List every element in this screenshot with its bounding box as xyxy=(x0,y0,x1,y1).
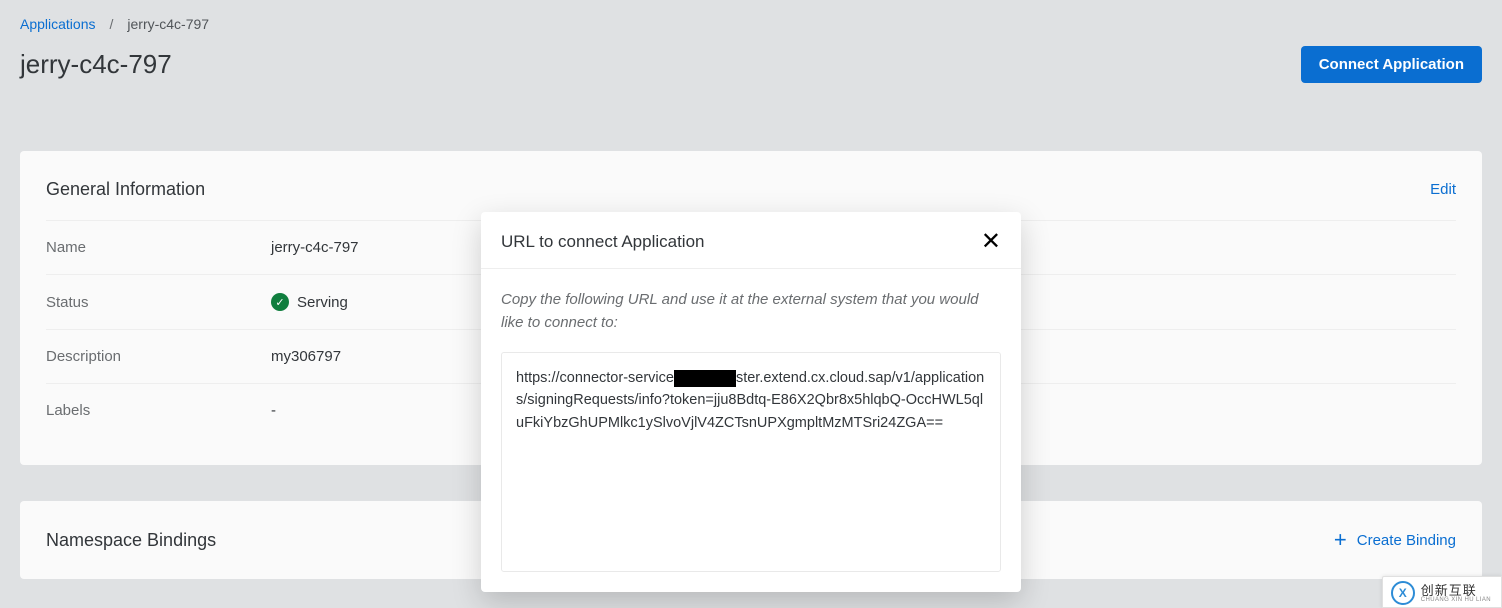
connect-url-modal: URL to connect Application ✕ Copy the fo… xyxy=(481,212,1021,592)
status-value: Serving xyxy=(297,294,348,311)
general-information-title: General Information xyxy=(46,179,205,200)
breadcrumb-current: jerry-c4c-797 xyxy=(127,16,209,32)
close-icon[interactable]: ✕ xyxy=(981,230,1001,254)
watermark-logo-icon: X xyxy=(1391,581,1415,605)
breadcrumb: Applications / jerry-c4c-797 xyxy=(20,16,1482,32)
status-label: Status xyxy=(46,294,271,311)
namespace-bindings-title: Namespace Bindings xyxy=(46,530,216,551)
status-serving-icon: ✓ xyxy=(271,293,289,311)
watermark-py: CHUANG XIN HU LIAN xyxy=(1421,597,1491,603)
create-binding-button[interactable]: + Create Binding xyxy=(1334,529,1456,551)
watermark-cn: 创新互联 xyxy=(1421,584,1491,597)
description-value: my306797 xyxy=(271,348,341,365)
name-label: Name xyxy=(46,239,271,256)
edit-link[interactable]: Edit xyxy=(1430,181,1456,198)
modal-description: Copy the following URL and use it at the… xyxy=(501,289,1001,334)
redacted-segment xyxy=(674,370,736,387)
breadcrumb-separator: / xyxy=(110,16,114,32)
labels-label: Labels xyxy=(46,402,271,419)
create-binding-label: Create Binding xyxy=(1357,532,1456,549)
connect-application-button[interactable]: Connect Application xyxy=(1301,46,1482,83)
url-part1: https://connector-service xyxy=(516,370,674,386)
page-title: jerry-c4c-797 xyxy=(20,49,172,80)
labels-value: - xyxy=(271,402,276,419)
modal-title: URL to connect Application xyxy=(501,232,705,252)
connection-url-box[interactable]: https://connector-servicester.extend.cx.… xyxy=(501,352,1001,572)
breadcrumb-root[interactable]: Applications xyxy=(20,16,96,32)
description-label: Description xyxy=(46,348,271,365)
watermark: X 创新互联 CHUANG XIN HU LIAN xyxy=(1382,576,1502,608)
plus-icon: + xyxy=(1334,529,1347,551)
name-value: jerry-c4c-797 xyxy=(271,239,359,256)
